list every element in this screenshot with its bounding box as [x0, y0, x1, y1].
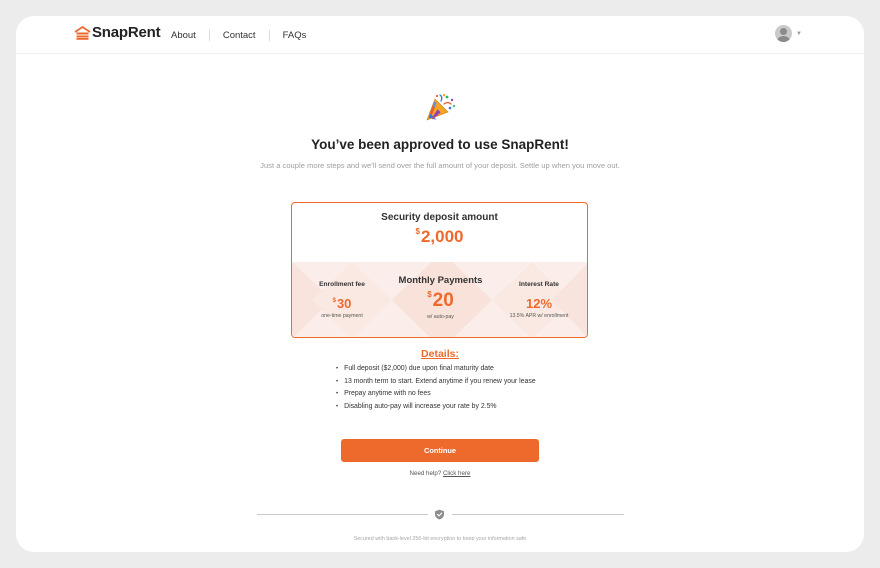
- list-item: Prepay anytime with no fees: [336, 388, 536, 401]
- divider-line-right: [452, 514, 624, 515]
- approval-subtitle: Just a couple more steps and we’ll send …: [260, 161, 620, 170]
- currency-symbol: $: [427, 290, 432, 299]
- interest-rate-value: 12%: [525, 296, 553, 311]
- list-item: 13 month term to start. Extend anytime i…: [336, 376, 536, 389]
- currency-symbol: $: [332, 298, 336, 304]
- details-title: Details:: [421, 348, 459, 360]
- enrollment-fee-column: Enrollment fee $30 one-time payment: [307, 262, 377, 319]
- user-avatar-icon[interactable]: [775, 25, 792, 42]
- top-navbar: SnapRent About Contact FAQs ▼: [16, 16, 864, 54]
- list-item: Disabling auto-pay will increase your ra…: [336, 401, 536, 414]
- party-popper-icon: [426, 93, 456, 121]
- loan-summary-card: Security deposit amount $2,000 Enrollmen…: [291, 202, 588, 338]
- details-list: Full deposit ($2,000) due upon final mat…: [336, 363, 536, 413]
- chevron-down-icon[interactable]: ▼: [796, 31, 802, 37]
- snaprent-logo[interactable]: SnapRent: [74, 24, 161, 41]
- payment-breakdown: Enrollment fee $30 one-time payment Mont…: [292, 262, 587, 337]
- divider-line-left: [257, 514, 428, 515]
- monthly-payments-value: $20: [389, 290, 492, 312]
- user-menu[interactable]: ▼: [775, 25, 802, 42]
- approval-title: You’ve been approved to use SnapRent!: [311, 137, 569, 152]
- enrollment-fee-value: $30: [307, 296, 377, 311]
- enrollment-fee-note: one-time payment: [321, 313, 363, 319]
- deposit-amount-value: 2,000: [420, 227, 464, 246]
- shield-check-icon: [435, 509, 444, 520]
- house-logo-icon: [74, 25, 91, 40]
- monthly-payments-column: Monthly Payments $20 w/ auto-pay: [389, 262, 492, 320]
- brand-name: SnapRent: [92, 24, 161, 41]
- nav-links: About Contact FAQs: [171, 30, 306, 41]
- security-notice: Secured with bank-level 256-bit encrypti…: [353, 536, 527, 542]
- deposit-amount: $2,000: [292, 227, 587, 247]
- monthly-payments-label: Monthly Payments: [398, 275, 483, 286]
- continue-button[interactable]: Continue: [341, 439, 539, 462]
- nav-divider: [208, 30, 210, 41]
- help-prefix: Need help?: [409, 470, 442, 477]
- monthly-payments-note: w/ auto-pay: [427, 314, 454, 320]
- interest-rate-column: Interest Rate 12% 13.5% APR w/ enrollmen…: [499, 262, 579, 319]
- interest-rate-note: 13.5% APR w/ enrollment: [509, 313, 569, 319]
- list-item: Full deposit ($2,000) due upon final mat…: [336, 363, 536, 376]
- nav-link-about[interactable]: About: [171, 30, 196, 41]
- nav-divider: [268, 30, 270, 41]
- enrollment-fee-amount: 30: [336, 296, 352, 311]
- deposit-label: Security deposit amount: [381, 212, 498, 223]
- interest-rate-label: Interest Rate: [519, 281, 559, 288]
- app-window: SnapRent About Contact FAQs ▼ You’ve bee…: [16, 16, 864, 552]
- help-text: Need help? Click here: [16, 470, 864, 477]
- enrollment-fee-label: Enrollment fee: [319, 281, 365, 288]
- deposit-section: Security deposit amount $2,000: [292, 203, 587, 263]
- monthly-payments-amount: 20: [432, 290, 454, 311]
- nav-link-contact[interactable]: Contact: [223, 30, 256, 41]
- nav-link-faqs[interactable]: FAQs: [283, 30, 307, 41]
- currency-symbol: $: [415, 227, 420, 236]
- help-link[interactable]: Click here: [443, 470, 471, 477]
